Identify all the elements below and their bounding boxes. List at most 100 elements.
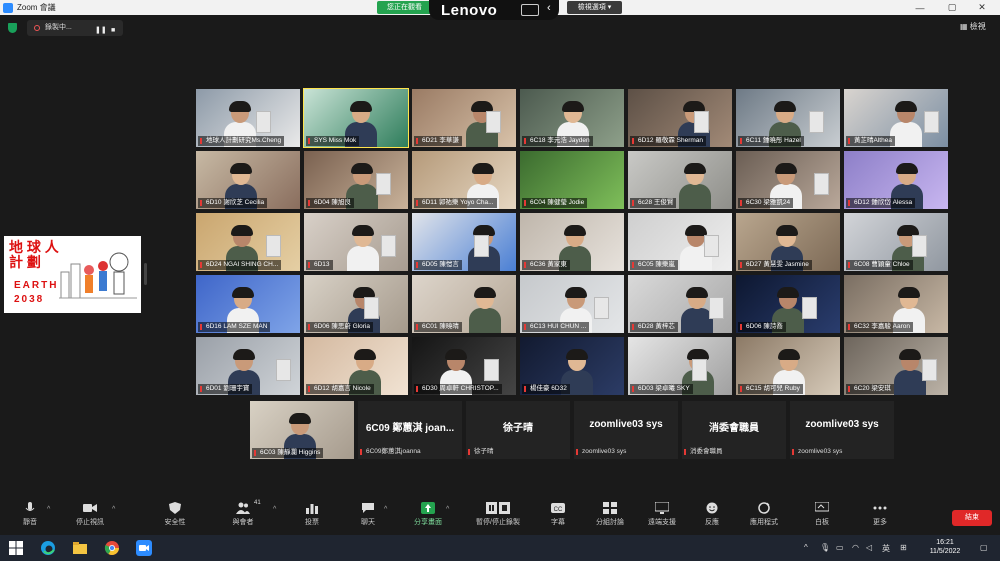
video-tile[interactable]: 6C03 陳靜瀾 Higgins: [250, 401, 354, 459]
polls-button[interactable]: 投票: [300, 496, 324, 534]
participants-chevron-icon[interactable]: ^: [273, 506, 276, 513]
video-tile[interactable]: SYS Miss Mok: [303, 88, 409, 148]
video-tile[interactable]: 6D10 謝欣芝 Cecilia: [196, 151, 300, 209]
pause-recording-icon[interactable]: ❚❚: [95, 23, 107, 39]
mic-muted-icon: [360, 449, 364, 455]
video-tile[interactable]: 6C20 梁安琪: [844, 337, 948, 395]
mic-muted-icon: [308, 200, 312, 206]
system-clock[interactable]: 16:21 11/5/2022: [920, 538, 970, 556]
share-chevron-icon[interactable]: ^: [446, 506, 449, 513]
video-tile[interactable]: 6C13 HUI CHUN ...: [520, 275, 624, 333]
battery-icon[interactable]: ▭: [836, 543, 844, 552]
windows-start-icon[interactable]: [8, 540, 24, 556]
video-tile[interactable]: 6D12 鍾欣岱 Alessa: [844, 151, 948, 209]
mic-muted-icon: [848, 200, 852, 206]
mic-muted-icon: [200, 262, 204, 268]
chat-chevron-icon[interactable]: ^: [384, 506, 387, 513]
video-tile[interactable]: 6D05 陳愷言: [412, 213, 516, 271]
video-tile[interactable]: 6D30 周卓軒 CHRISTOP...: [412, 337, 516, 395]
stop-recording-icon[interactable]: ■: [111, 23, 115, 39]
breakout-rooms-button[interactable]: 分組討論: [592, 496, 628, 534]
video-tile[interactable]: 6D01 劉珊宇寶: [196, 337, 300, 395]
video-tile[interactable]: 6C36 黃家東: [520, 213, 624, 271]
product-box: [692, 359, 707, 381]
video-tile[interactable]: 6D11 郭祐樂 Yoyo Cha...: [412, 151, 516, 209]
video-tile[interactable]: 黃芷晴Althea: [844, 89, 948, 147]
zoom-app-icon[interactable]: [136, 540, 152, 556]
end-meeting-button[interactable]: 結束: [952, 510, 992, 526]
video-tile[interactable]: 6c28 王俊賢: [628, 151, 732, 209]
view-options-button[interactable]: 檢視選項 ▾: [567, 1, 622, 14]
participant-count: 41: [254, 500, 261, 506]
video-tile[interactable]: 6D06 陳思蔚 Gloria: [304, 275, 408, 333]
pause-stop-recording-button[interactable]: 暫停/停止錄製: [470, 496, 526, 534]
name-only-tile[interactable]: 徐子晴 徐子晴: [466, 401, 570, 459]
mic-muted-icon: [848, 262, 852, 268]
tray-chevron-icon[interactable]: ^: [804, 543, 808, 552]
video-tile[interactable]: 6C08 曹穎童 Chloe: [844, 213, 948, 271]
more-button[interactable]: 更多: [868, 496, 892, 534]
view-button[interactable]: ▦ 檢視: [960, 21, 986, 32]
screen-icon[interactable]: [521, 4, 539, 16]
video-tile[interactable]: 6D16 LAM SZE MAN: [196, 275, 300, 333]
volume-icon[interactable]: ◁: [866, 543, 872, 552]
audio-options-chevron-icon[interactable]: ^: [47, 506, 50, 513]
panel-resize-handle[interactable]: [144, 263, 147, 285]
security-shield-icon[interactable]: [8, 23, 17, 33]
security-button[interactable]: 安全性: [160, 496, 190, 534]
screen-share-banner: 您正在觀看 Lenovo ‹ 檢視選項 ▾: [377, 0, 622, 20]
tray-microphone-icon[interactable]: 🎙: [820, 543, 830, 552]
video-tile[interactable]: 6D03 梁卓曦 SKY: [628, 337, 732, 395]
minimize-icon[interactable]: —: [906, 0, 934, 15]
video-tile[interactable]: 6D12 羅敬霖 Sherman: [628, 89, 732, 147]
close-icon[interactable]: ✕: [968, 0, 996, 15]
video-tile[interactable]: 6C18 李元浩 Jayden: [520, 89, 624, 147]
remote-support-button[interactable]: 遠端支援: [644, 496, 680, 534]
mic-muted-icon: [632, 200, 636, 206]
video-options-chevron-icon[interactable]: ^: [112, 506, 115, 513]
product-box: [256, 111, 271, 133]
video-tile[interactable]: 6D28 黃梓芯: [628, 275, 732, 333]
video-tile[interactable]: 6C32 李嘉駿 Aaron: [844, 275, 948, 333]
video-tile[interactable]: 6C30 梁雅凱24: [736, 151, 840, 209]
edge-browser-icon[interactable]: [40, 540, 56, 556]
chevron-left-icon[interactable]: ‹: [547, 2, 551, 14]
video-tile[interactable]: 楊佳豪 6D32: [520, 337, 624, 395]
apps-button[interactable]: 應用程式: [746, 496, 782, 534]
chat-button[interactable]: 聊天: [356, 496, 380, 534]
maximize-icon[interactable]: ▢: [938, 0, 966, 15]
whiteboard-button[interactable]: 白板: [810, 496, 834, 534]
video-tile[interactable]: 地球人計劃研究Ms.Cheng: [196, 89, 300, 147]
file-explorer-icon[interactable]: [72, 540, 88, 556]
ime-mode-icon[interactable]: ⊞: [900, 543, 907, 552]
stop-video-button[interactable]: 停止視訊: [70, 496, 110, 534]
video-tile[interactable]: 6C11 鍾曉彤 Hazel: [736, 89, 840, 147]
name-only-tile[interactable]: 6C09 鄭蕙淇 joan... 6C09鄭蕙淇joanna: [358, 401, 462, 459]
video-tile[interactable]: 6C05 陳樂嵐: [628, 213, 732, 271]
ime-indicator[interactable]: 英: [882, 543, 890, 554]
shared-screen-thumbnail[interactable]: 地 球 人 計 劃 EARTH 2038: [4, 236, 141, 313]
mute-button[interactable]: 靜音: [18, 496, 42, 534]
name-only-tile[interactable]: 消委會職員 消委會職員: [682, 401, 786, 459]
video-tile[interactable]: 6D27 黃慧雯 Jasmine: [736, 213, 840, 271]
video-tile[interactable]: 6C01 陳曉晴: [412, 275, 516, 333]
name-only-tile[interactable]: zoomlive03 sys zoomlive03 sys: [790, 401, 894, 459]
video-tile[interactable]: 6D12 胡嘉言 Nicole: [304, 337, 408, 395]
microphone-icon: [25, 502, 35, 511]
participant-name-label: 6D16 LAM SZE MAN: [198, 322, 271, 332]
video-tile[interactable]: 6D04 陳旭良: [304, 151, 408, 209]
chrome-icon[interactable]: [104, 540, 120, 556]
video-tile[interactable]: 6D06 陳詩喬: [736, 275, 840, 333]
video-tile[interactable]: 6C15 胡可兒 Ruby: [736, 337, 840, 395]
video-tile[interactable]: 6D24 NGAI SHING CH...: [196, 213, 300, 271]
captions-button[interactable]: CC 字幕: [546, 496, 570, 534]
wifi-icon[interactable]: ◠: [852, 543, 859, 552]
reactions-button[interactable]: 反應: [700, 496, 724, 534]
name-only-tile[interactable]: zoomlive03 sys zoomlive03 sys: [574, 401, 678, 459]
zoom-logo-icon: [3, 2, 13, 13]
video-tile[interactable]: 6D13: [304, 213, 408, 271]
video-tile[interactable]: 6C04 陳健瑩 Jodie: [520, 151, 624, 209]
video-tile[interactable]: 6D21 李華謙: [412, 89, 516, 147]
share-screen-button[interactable]: 分享畫面: [410, 496, 446, 534]
notification-icon[interactable]: ▢: [980, 543, 988, 552]
